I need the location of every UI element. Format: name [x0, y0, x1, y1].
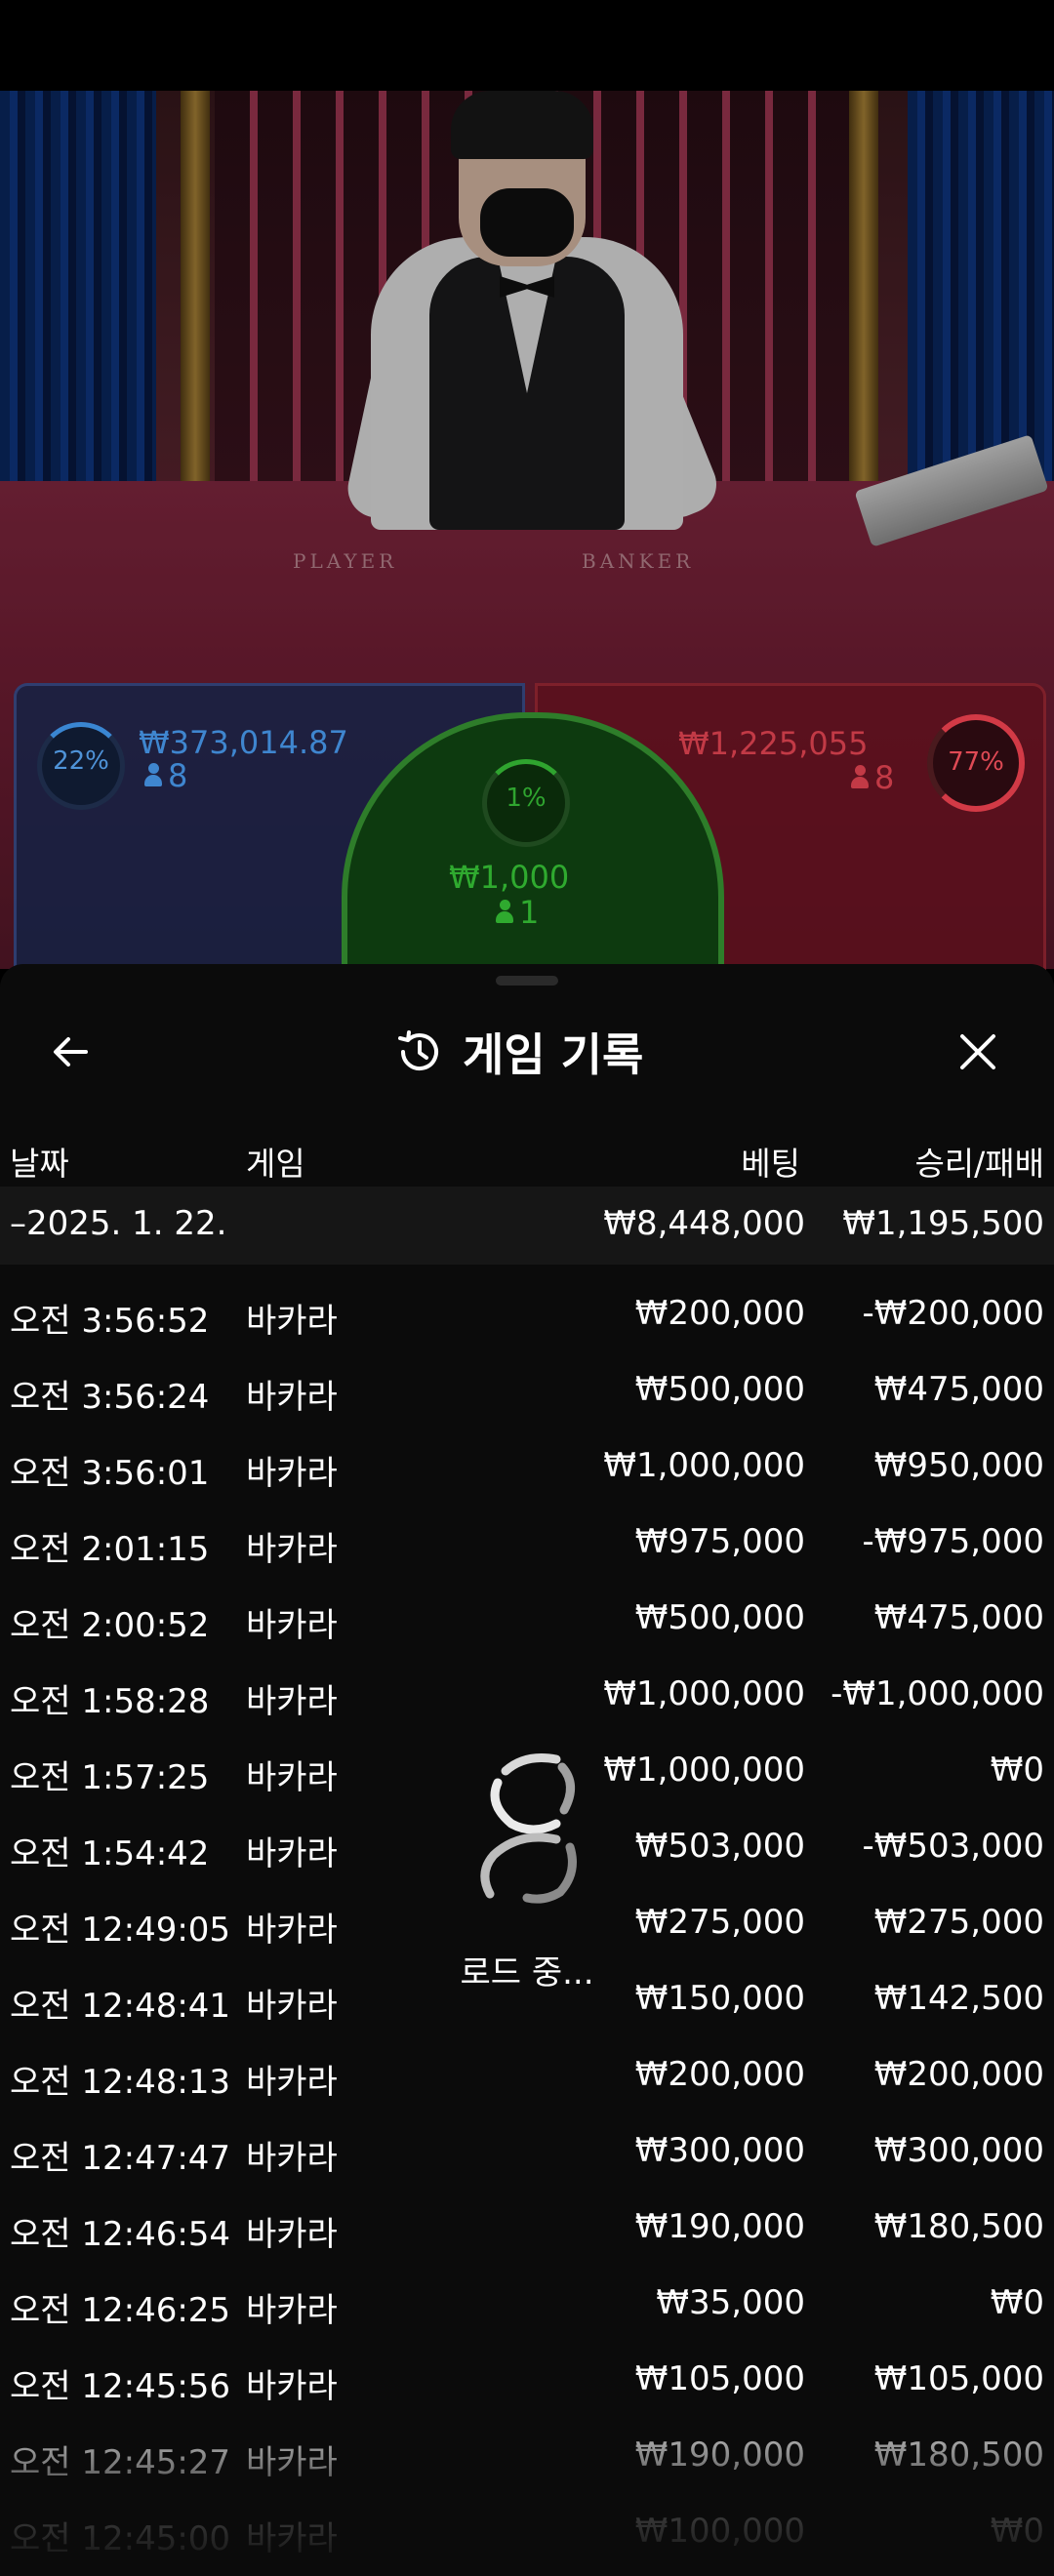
row-result: -₩975,000	[862, 1522, 1045, 1561]
row-game: 바카라	[246, 1834, 338, 1873]
banker-count: 8	[851, 759, 894, 796]
person-icon	[496, 900, 513, 925]
row-result: ₩300,000	[873, 2131, 1044, 2170]
row-result: ₩275,000	[873, 1903, 1044, 1942]
row-time: 오전 12:48:13	[10, 2063, 231, 2102]
row-game: 바카라	[246, 1987, 338, 2026]
player-bet-amount: ₩373,014.87	[139, 724, 348, 761]
row-bet: ₩500,000	[634, 1370, 805, 1409]
banker-percent: 77%	[948, 747, 1004, 777]
row-result: -₩1,000,000	[831, 1674, 1044, 1713]
row-time: 오전 12:48:41	[10, 1987, 231, 2026]
list-bottom-fade	[0, 2391, 1054, 2576]
row-time: 오전 3:56:52	[10, 1302, 210, 1341]
loading-spinner-icon	[480, 1753, 577, 1904]
row-game: 바카라	[246, 1911, 338, 1950]
player-count: 8	[144, 757, 187, 794]
row-time: 오전 2:00:52	[10, 1606, 210, 1645]
player-percent: 22%	[53, 746, 109, 776]
person-icon	[851, 765, 869, 790]
row-time: 오전 12:46:25	[10, 2291, 231, 2330]
row-game: 바카라	[246, 2291, 338, 2330]
row-time: 오전 12:47:47	[10, 2139, 231, 2178]
row-game: 바카라	[246, 1378, 338, 1417]
row-bet: ₩190,000	[634, 2207, 805, 2246]
row-game: 바카라	[246, 2215, 338, 2254]
tie-count-value: 1	[519, 894, 540, 931]
tie-count: 1	[496, 894, 539, 931]
row-game: 바카라	[246, 1758, 338, 1797]
row-game: 바카라	[246, 1454, 338, 1493]
row-game: 바카라	[246, 1530, 338, 1569]
row-time: 오전 1:54:42	[10, 1834, 210, 1873]
row-result: ₩0	[990, 2283, 1044, 2322]
row-result: ₩142,500	[873, 1979, 1044, 2018]
row-result: ₩475,000	[873, 1598, 1044, 1637]
row-result: -₩200,000	[862, 1294, 1045, 1333]
player-count-value: 8	[168, 757, 188, 794]
banker-count-value: 8	[874, 759, 895, 796]
row-time: 오전 12:49:05	[10, 1911, 231, 1950]
row-result: ₩475,000	[873, 1370, 1044, 1409]
game-history-sheet: 게임 기록 날짜 게임 베팅 승리/패배 –2025. 1. 22. ₩8,44…	[0, 964, 1054, 2576]
row-result: ₩200,000	[873, 2055, 1044, 2094]
row-time: 오전 12:46:54	[10, 2215, 231, 2254]
row-bet: ₩975,000	[634, 1522, 805, 1561]
row-time: 오전 3:56:24	[10, 1378, 210, 1417]
banker-bet-amount: ₩1,225,055	[678, 725, 869, 762]
row-bet: ₩275,000	[634, 1903, 805, 1942]
row-game: 바카라	[246, 1682, 338, 1721]
row-time: 오전 1:57:25	[10, 1758, 210, 1797]
row-game: 바카라	[246, 2063, 338, 2102]
row-result: ₩0	[990, 1751, 1044, 1790]
row-game: 바카라	[246, 1302, 338, 1341]
row-game: 바카라	[246, 1606, 338, 1645]
row-time: 오전 3:56:01	[10, 1454, 210, 1493]
row-time: 오전 1:58:28	[10, 1682, 210, 1721]
row-bet: ₩200,000	[634, 1294, 805, 1333]
row-bet: ₩300,000	[634, 2131, 805, 2170]
row-game: 바카라	[246, 2139, 338, 2178]
loading-text: 로드 중...	[460, 1953, 594, 1992]
row-bet: ₩1,000,000	[603, 1674, 805, 1713]
row-bet: ₩200,000	[634, 2055, 805, 2094]
row-bet: ₩500,000	[634, 1598, 805, 1637]
row-result: -₩503,000	[862, 1827, 1045, 1866]
tie-bet-amount: ₩1,000	[449, 859, 570, 896]
row-result: ₩950,000	[873, 1446, 1044, 1485]
tie-percent: 1%	[506, 784, 547, 813]
row-time: 오전 2:01:15	[10, 1530, 210, 1569]
row-bet: ₩35,000	[656, 2283, 805, 2322]
person-icon	[144, 763, 162, 788]
row-result: ₩180,500	[873, 2207, 1044, 2246]
row-bet: ₩1,000,000	[603, 1446, 805, 1485]
